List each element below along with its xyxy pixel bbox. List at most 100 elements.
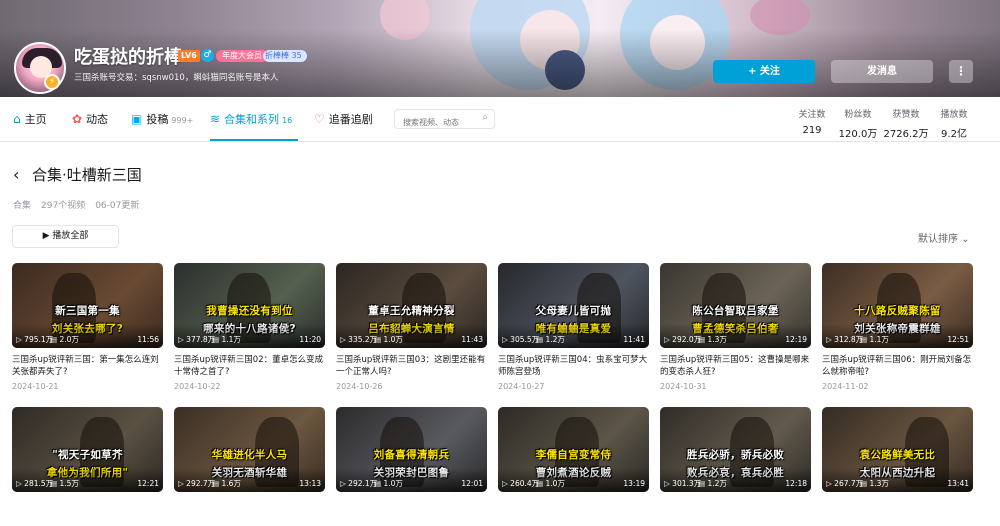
fan-medal-badge[interactable]: 折棒棒 35 <box>263 50 307 62</box>
danmaku-count: ▤ 1.1万 <box>212 334 241 345</box>
video-stats-overlay: ▷ 267.7万 ▤ 1.3万 13:41 <box>822 478 973 489</box>
video-card[interactable]: "视天子如草芥拿他为我们所用"▷ 281.5万▤ 1.5万12:21 <box>12 407 163 526</box>
stat-fans[interactable]: 粉丝数 120.0万 <box>835 107 881 140</box>
video-title[interactable]: 三国杀up锐评新三国03：这剧里还能有一个正常人吗? <box>336 354 487 378</box>
video-title[interactable] <box>498 498 649 522</box>
danmaku-count-value: 2.0万 <box>59 335 79 344</box>
video-stats-overlay: ▷ 292.7万 ▤ 1.6万 13:13 <box>174 478 325 489</box>
play-icon: ▷ <box>340 479 346 488</box>
video-thumbnail[interactable]: 十八路反贼聚陈留刘关张称帝震群雄▷ 312.8万▤ 1.1万12:51 <box>822 263 973 348</box>
send-message-button[interactable]: 发消息 <box>831 60 933 83</box>
back-arrow-icon[interactable]: ‹ <box>13 165 19 184</box>
tv-icon: ▣ <box>131 112 143 126</box>
vip-badge[interactable]: 年度大会员 <box>216 50 268 62</box>
play-icon: ▷ <box>826 479 832 488</box>
video-card[interactable]: 胜兵必骄，骄兵必败败兵必哀，哀兵必胜▷ 301.3万▤ 1.2万12:18 <box>660 407 811 526</box>
video-card[interactable]: 刘备喜得清朝兵关羽荣封巴图鲁▷ 292.1万▤ 1.0万12:01 <box>336 407 487 526</box>
danmaku-count: ▤ 1.2万 <box>536 334 565 345</box>
video-date: 2024-10-26 <box>336 382 383 391</box>
dynamic-icon: ✿ <box>72 112 83 126</box>
video-date: 2024-10-22 <box>174 382 221 391</box>
danmaku-count: ▤ 1.3万 <box>860 478 889 489</box>
play-count-value: 305.5万 <box>510 335 540 344</box>
video-duration: 12:21 <box>137 479 159 488</box>
video-thumbnail[interactable]: 我曹操还没有到位哪来的十八路诸侯?▷ 377.8万▤ 1.1万11:20 <box>174 263 325 348</box>
play-count-value: 292.7万 <box>186 479 216 488</box>
search-box[interactable]: ⌕ <box>394 109 495 132</box>
collection-count: 297个视频 <box>41 201 86 211</box>
sort-dropdown[interactable]: 默认排序 ⌄ <box>918 230 970 245</box>
video-thumbnail[interactable]: 陈公台智取吕家堡曹孟德笑杀吕伯奢▷ 292.0万▤ 1.3万12:19 <box>660 263 811 348</box>
danmaku-icon: ▤ <box>698 335 706 344</box>
play-all-button[interactable]: ▶ 播放全部 <box>12 225 119 248</box>
video-thumbnail[interactable]: 李儒自宫变常侍曹刘煮酒论反贼▷ 260.4万▤ 1.0万13:19 <box>498 407 649 492</box>
stat-value: 9.2亿 <box>941 129 967 140</box>
video-title[interactable] <box>336 498 487 522</box>
video-thumbnail[interactable]: 董卓王允精神分裂吕布貂蝉大演言情▷ 335.2万▤ 1.0万11:43 <box>336 263 487 348</box>
danmaku-count: ▤ 2.0万 <box>50 334 79 345</box>
video-title[interactable]: 三国杀up锐评新三国：第一集怎么连刘关张都弄失了? <box>12 354 163 378</box>
video-thumbnail[interactable]: 新三国第一集刘关张去哪了?▷ 795.1万▤ 2.0万11:56 <box>12 263 163 348</box>
search-input[interactable] <box>395 113 475 132</box>
more-options-icon[interactable]: ⋮ <box>949 60 973 83</box>
video-duration: 12:01 <box>461 479 483 488</box>
play-count: ▷ 292.1万 <box>340 478 377 489</box>
video-card[interactable]: 华雄进化半人马关羽无酒斩华雄▷ 292.7万▤ 1.6万13:13 <box>174 407 325 526</box>
video-stats-overlay: ▷ 795.1万 ▤ 2.0万 11:56 <box>12 334 163 345</box>
video-title[interactable]: 三国杀up锐评新三国05：这曹操是哪来的变态杀人狂? <box>660 354 811 378</box>
danmaku-icon: ▤ <box>374 479 382 488</box>
stat-value: 2726.2万 <box>883 129 929 140</box>
video-card[interactable]: 陈公台智取吕家堡曹孟德笑杀吕伯奢▷ 292.0万▤ 1.3万12:19 三国杀up… <box>660 263 811 391</box>
stat-label: 播放数 <box>940 110 968 120</box>
video-thumbnail[interactable]: 袁公路鲜美无比太阳从西边升起▷ 267.7万▤ 1.3万13:41 <box>822 407 973 492</box>
tab-uploads[interactable]: ▣ 投稿 999+ <box>131 97 193 142</box>
video-title[interactable]: 三国杀up锐评新三国02：董卓怎么变成十常侍之首了? <box>174 354 325 378</box>
video-card[interactable]: 父母妻儿皆可抛唯有蛐蛐是真爱▷ 305.5万▤ 1.2万11:41三国杀up锐评… <box>498 263 649 391</box>
tab-dynamic[interactable]: ✿ 动态 <box>72 97 108 142</box>
tab-collections[interactable]: ≋ 合集和系列 16 <box>210 97 292 142</box>
video-title[interactable] <box>660 498 811 522</box>
stat-following[interactable]: 关注数 219 <box>789 107 835 136</box>
video-card[interactable]: 李儒自宫变常侍曹刘煮酒论反贼▷ 260.4万▤ 1.0万13:19 <box>498 407 649 526</box>
video-thumbnail[interactable]: 刘备喜得清朝兵关羽荣封巴图鲁▷ 292.1万▤ 1.0万12:01 <box>336 407 487 492</box>
play-count: ▷ 292.0万 <box>664 334 701 345</box>
video-card[interactable]: 董卓王允精神分裂吕布貂蝉大演言情▷ 335.2万▤ 1.0万11:43 三国杀up… <box>336 263 487 391</box>
play-count-value: 267.7万 <box>834 479 864 488</box>
video-title[interactable] <box>174 498 325 522</box>
video-thumbnail[interactable]: 华雄进化半人马关羽无酒斩华雄▷ 292.7万▤ 1.6万13:13 <box>174 407 325 492</box>
thumbnail-caption: "视天子如草芥 <box>52 449 123 461</box>
video-title[interactable]: 三国杀up锐评新三国04：虫系宝可梦大师陈宫登场 <box>498 354 649 378</box>
danmaku-count-value: 1.6万 <box>221 479 241 488</box>
thumbnail-caption: 胜兵必骄，骄兵必败 <box>686 449 785 461</box>
video-date: 2024-11-02 <box>822 382 869 391</box>
play-count-value: 795.1万 <box>24 335 54 344</box>
video-thumbnail[interactable]: 胜兵必骄，骄兵必败败兵必哀，哀兵必胜▷ 301.3万▤ 1.2万12:18 <box>660 407 811 492</box>
video-card[interactable]: 袁公路鲜美无比太阳从西边升起▷ 267.7万▤ 1.3万13:41 <box>822 407 973 526</box>
video-card[interactable]: 十八路反贼聚陈留刘关张称帝震群雄▷ 312.8万▤ 1.1万12:51 三国杀up… <box>822 263 973 391</box>
tab-label: 主页 <box>24 113 47 126</box>
collection-type: 合集 <box>13 201 32 211</box>
video-title[interactable] <box>822 498 973 522</box>
play-icon: ▷ <box>178 335 184 344</box>
video-duration: 11:41 <box>623 335 645 344</box>
tab-bangumi[interactable]: ♡ 追番追剧 <box>314 97 373 142</box>
video-thumbnail[interactable]: 父母妻儿皆可抛唯有蛐蛐是真爱▷ 305.5万▤ 1.2万11:41 <box>498 263 649 348</box>
video-card[interactable]: 我曹操还没有到位哪来的十八路诸侯?▷ 377.8万▤ 1.1万11:20 三国杀u… <box>174 263 325 391</box>
video-duration: 12:51 <box>947 335 969 344</box>
video-stats-overlay: ▷ 301.3万 ▤ 1.2万 12:18 <box>660 478 811 489</box>
tab-count: 16 <box>282 116 293 125</box>
stat-plays: 播放数 9.2亿 <box>931 107 977 140</box>
play-count: ▷ 267.7万 <box>826 478 863 489</box>
follow-button[interactable]: + 关注 <box>713 60 815 83</box>
play-icon: ▷ <box>502 335 508 344</box>
stat-value: 219 <box>802 125 822 136</box>
play-icon: ▷ <box>16 479 22 488</box>
video-title[interactable] <box>12 498 163 522</box>
tab-home[interactable]: ⌂ 主页 <box>13 97 47 142</box>
video-card[interactable]: 新三国第一集刘关张去哪了?▷ 795.1万▤ 2.0万11:56 三国杀up锐评新… <box>12 263 163 391</box>
video-title[interactable]: 三国杀up锐评新三国06：刚开局刘备怎么就称帝啦? <box>822 354 973 378</box>
search-icon[interactable]: ⌕ <box>482 112 488 123</box>
thumbnail-caption: 新三国第一集 <box>55 305 120 317</box>
video-thumbnail[interactable]: "视天子如草芥拿他为我们所用"▷ 281.5万▤ 1.5万12:21 <box>12 407 163 492</box>
play-count-value: 312.8万 <box>834 335 864 344</box>
